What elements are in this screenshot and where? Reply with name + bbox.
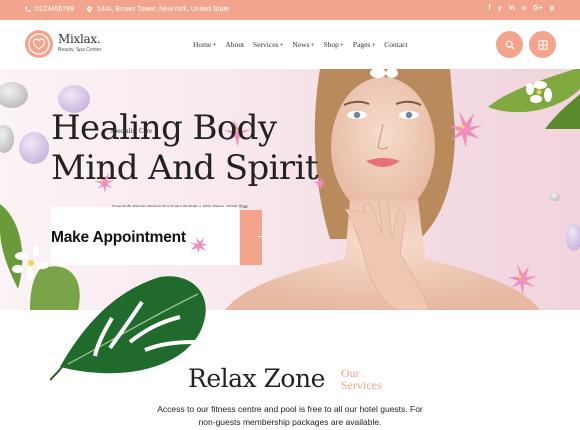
nav-item-label: Shop — [323, 40, 339, 49]
nav-item-pages[interactable]: Pages+ — [353, 40, 375, 49]
nav-item-home[interactable]: Home+ — [193, 40, 216, 49]
hero-overlay-text: Specialist Care — [110, 127, 153, 135]
hero-title-line-2: Mind And Spirit — [51, 148, 319, 188]
section-subtitle-line-2: Services — [341, 378, 382, 392]
nav-item-label: Services — [253, 40, 279, 49]
nav-item-about[interactable]: About — [225, 40, 244, 49]
dash-icon — [258, 236, 264, 237]
nav-item-contact[interactable]: Contact — [384, 40, 407, 49]
phone-number: 0123456789 — [35, 6, 74, 13]
address-text: 14/A, Brown Tower, NewYork, United State — [97, 6, 230, 13]
logo-name[interactable]: Mixlax. — [58, 32, 101, 46]
plus-icon: + — [212, 41, 217, 49]
section-description: Access to our fitness centre and pool is… — [157, 404, 423, 427]
pinterest-icon[interactable]: p — [550, 5, 554, 12]
nav-item-label: About — [225, 40, 245, 49]
logo-icon[interactable] — [25, 30, 53, 58]
location-pin-icon — [87, 6, 92, 13]
main-nav: Home+ About Services+ News+ Shop+ Pages+… — [193, 40, 408, 49]
phone-icon — [25, 6, 31, 12]
facebook-icon[interactable]: f — [488, 5, 490, 12]
hero-title-line-1: Healing Body — [51, 108, 277, 148]
plus-icon: + — [339, 41, 344, 49]
appointment-arrow-tab[interactable] — [240, 210, 262, 265]
instagram-icon[interactable]: o — [522, 5, 526, 12]
section-title: Relax Zone — [188, 364, 325, 393]
social-links: f y in o G+ p — [488, 5, 554, 12]
plus-icon: + — [279, 41, 284, 49]
nav-item-services[interactable]: Services+ — [253, 40, 283, 49]
lily-flower-icon — [189, 237, 208, 252]
appointment-button[interactable]: Make Appointment — [51, 207, 239, 265]
logo-tagline: Beauty, Spa Center — [58, 47, 102, 53]
nav-item-label: Contact — [384, 40, 408, 49]
nav-item-label: News — [292, 40, 310, 49]
plus-icon: + — [310, 41, 315, 49]
grid-icon — [537, 39, 548, 50]
linkedin-icon[interactable]: in — [509, 5, 515, 12]
nav-item-label: Pages — [352, 40, 371, 49]
search-icon — [505, 40, 514, 49]
top-bar: 0123456789 14/A, Brown Tower, NewYork, U… — [0, 0, 580, 20]
nav-item-news[interactable]: News+ — [292, 40, 314, 49]
hero-title: Healing Body Mind And Spirit — [51, 108, 319, 188]
plus-icon: + — [371, 41, 376, 49]
section-subtitle: Our Services — [341, 367, 382, 391]
phone-contact[interactable]: 0123456789 — [24, 6, 74, 13]
google-plus-icon[interactable]: G+ — [533, 5, 543, 12]
menu-button[interactable] — [529, 31, 556, 58]
search-button[interactable] — [496, 31, 523, 58]
appointment-button-label: Make Appointment — [51, 229, 186, 246]
address-contact: 14/A, Brown Tower, NewYork, United State — [86, 6, 229, 13]
nav-item-shop[interactable]: Shop+ — [323, 40, 343, 49]
site-header: Mixlax. Beauty, Spa Center Home+ About S… — [0, 20, 580, 69]
twitter-icon[interactable]: y — [498, 5, 502, 12]
nav-item-label: Home — [193, 40, 212, 49]
